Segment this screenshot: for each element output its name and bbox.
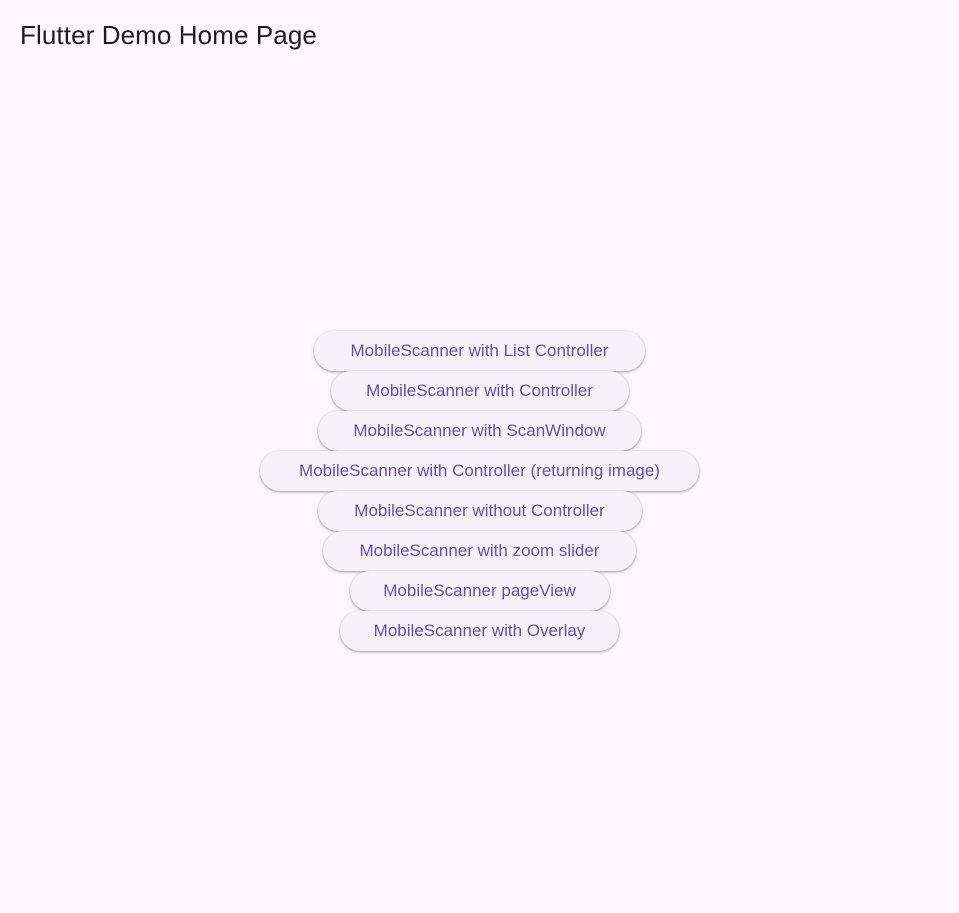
zoom-slider-button[interactable]: MobileScanner with zoom slider xyxy=(323,531,636,571)
controller-returning-image-button[interactable]: MobileScanner with Controller (returning… xyxy=(260,451,699,491)
controller-button[interactable]: MobileScanner with Controller xyxy=(330,371,629,411)
scan-window-button[interactable]: MobileScanner with ScanWindow xyxy=(318,411,641,451)
overlay-button[interactable]: MobileScanner with Overlay xyxy=(340,611,619,651)
page-title: Flutter Demo Home Page xyxy=(20,20,317,50)
without-controller-button[interactable]: MobileScanner without Controller xyxy=(317,491,642,531)
page-view-button[interactable]: MobileScanner pageView xyxy=(349,571,610,611)
list-controller-button[interactable]: MobileScanner with List Controller xyxy=(314,331,645,371)
app-bar: Flutter Demo Home Page xyxy=(0,0,959,70)
scanner-examples-list: MobileScanner with List Controller Mobil… xyxy=(0,331,959,651)
